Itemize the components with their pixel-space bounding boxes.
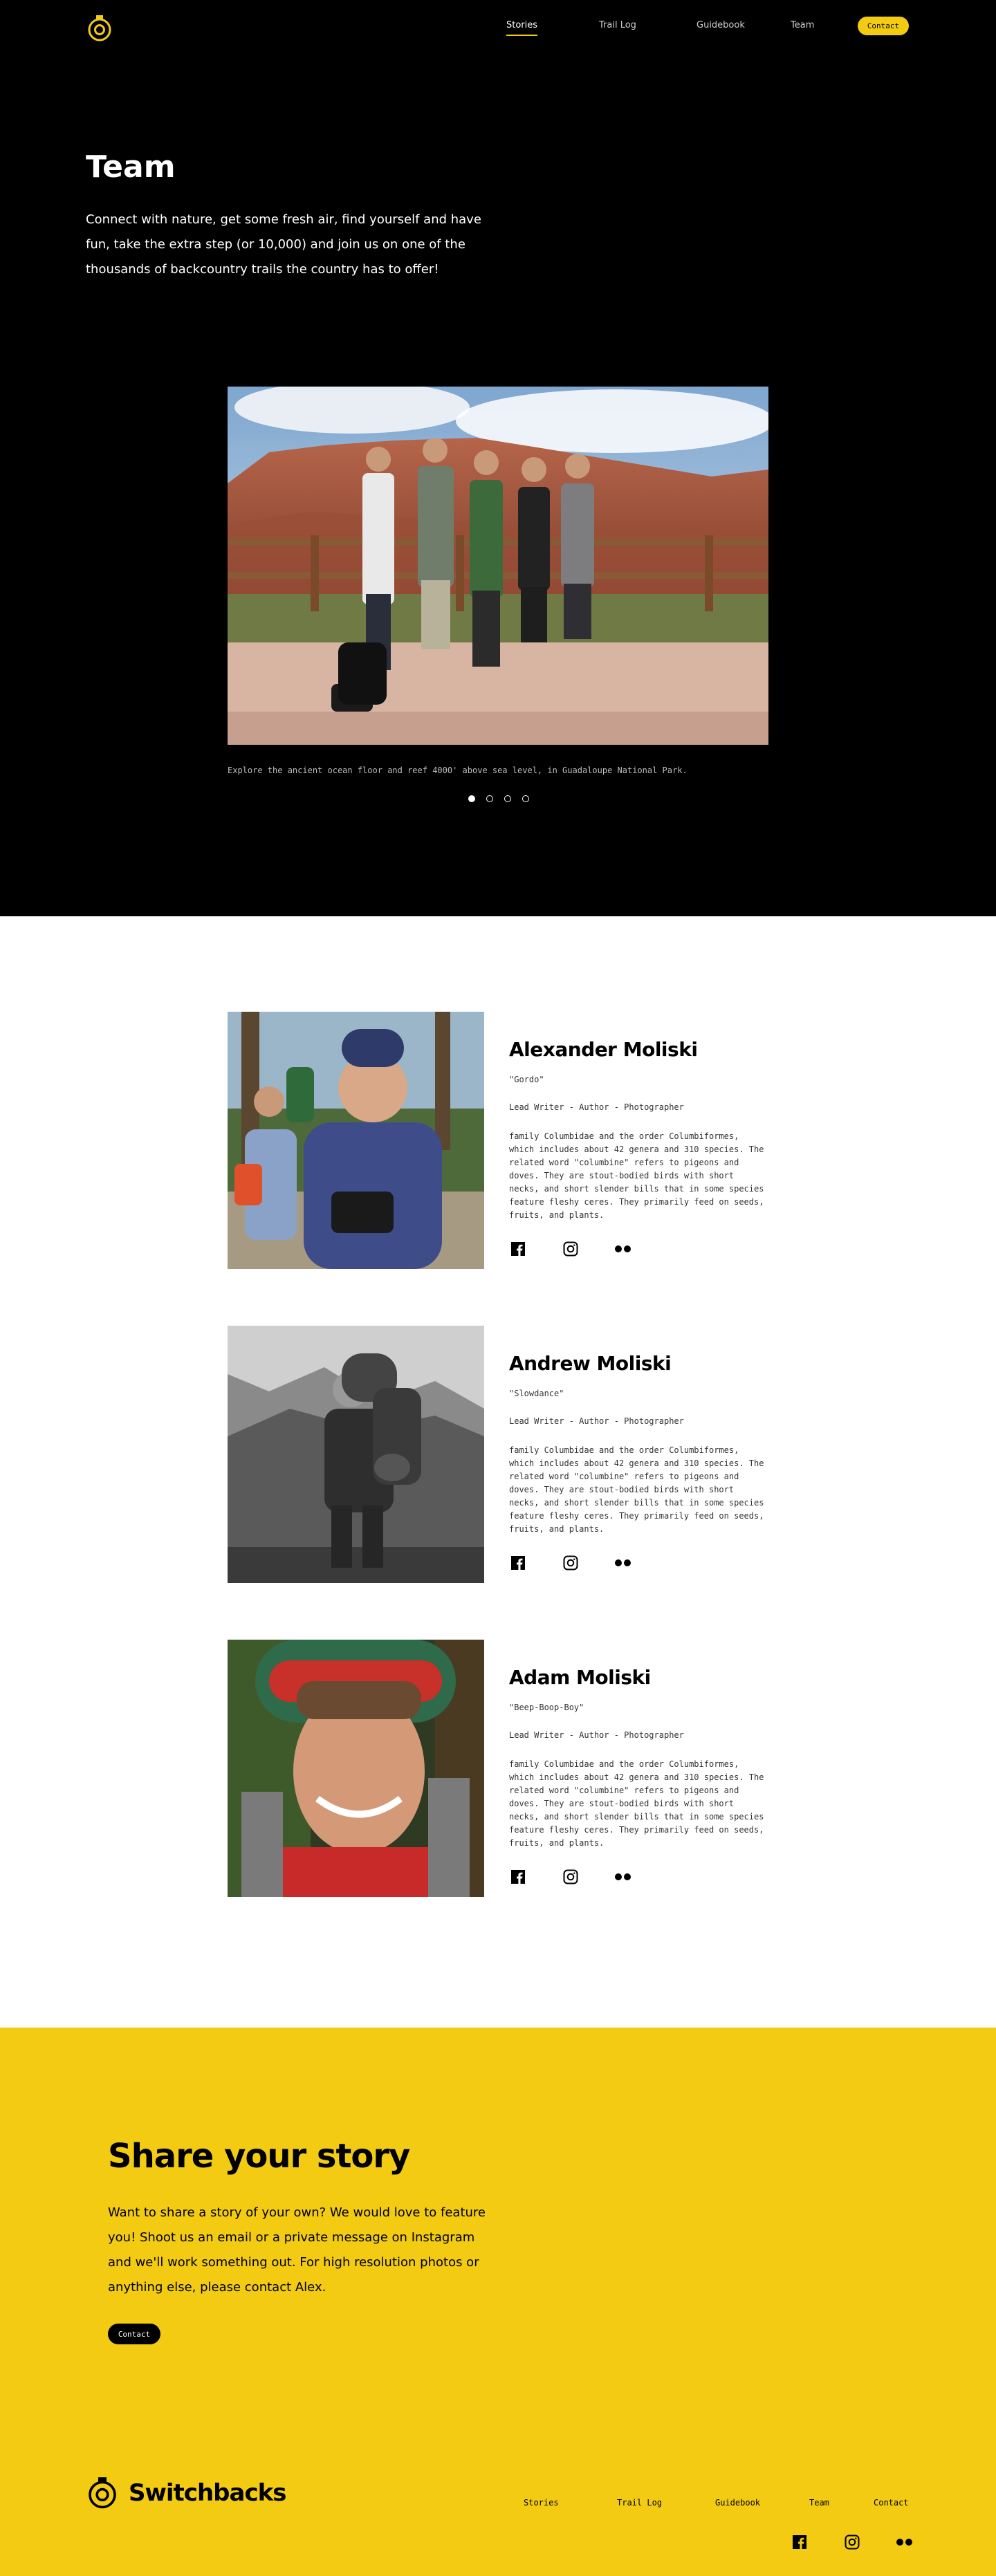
member-socials <box>509 1554 768 1572</box>
nav-item-team[interactable]: Team <box>791 20 814 30</box>
member-portrait <box>228 1326 484 1583</box>
carousel-caption: Explore the ancient ocean floor and reef… <box>228 766 688 775</box>
member-info: Adam Moliski "Beep-Boop-Boy" Lead Writer… <box>509 1666 768 1886</box>
instagram-icon[interactable] <box>562 1240 580 1258</box>
team-member-card: Andrew Moliski "Slowdance" Lead Writer -… <box>228 1326 768 1583</box>
member-info: Alexander Moliski "Gordo" Lead Writer - … <box>509 1038 768 1258</box>
member-info: Andrew Moliski "Slowdance" Lead Writer -… <box>509 1352 768 1572</box>
share-contact-button[interactable]: Contact <box>108 2324 160 2344</box>
flickr-icon[interactable] <box>614 1868 632 1886</box>
logo-mark-icon <box>89 2477 116 2509</box>
member-portrait <box>228 1640 484 1897</box>
group-photo <box>228 387 768 745</box>
member-nickname: "Gordo" <box>509 1075 544 1084</box>
flickr-icon[interactable] <box>614 1554 632 1572</box>
footer-nav-stories[interactable]: Stories <box>524 2498 559 2508</box>
facebook-icon[interactable] <box>509 1240 527 1258</box>
member-socials <box>509 1868 768 1886</box>
member-name: Alexander Moliski <box>509 1038 698 1061</box>
nav-item-trail-log[interactable]: Trail Log <box>599 20 636 30</box>
carousel-dot[interactable] <box>468 795 475 802</box>
team-member-card: Adam Moliski "Beep-Boop-Boy" Lead Writer… <box>228 1640 768 1897</box>
instagram-icon[interactable] <box>562 1554 580 1572</box>
flickr-icon[interactable] <box>896 2533 914 2551</box>
carousel-dot[interactable] <box>486 795 493 802</box>
member-role: Lead Writer - Author - Photographer <box>509 1102 684 1112</box>
footer-nav-contact[interactable]: Contact <box>874 2498 909 2508</box>
footer-brand-name: Switchbacks <box>129 2479 286 2507</box>
contact-button[interactable]: Contact <box>858 17 909 35</box>
main-nav: Stories Trail Log Guidebook Team Contact <box>0 17 996 38</box>
footer-socials <box>791 2533 914 2551</box>
facebook-icon[interactable] <box>791 2533 809 2551</box>
member-name: Adam Moliski <box>509 1666 651 1689</box>
carousel-dot[interactable] <box>522 795 529 802</box>
footer-brand[interactable]: Switchbacks <box>86 2474 286 2512</box>
share-section: Share your story Want to share a story o… <box>0 2028 996 2576</box>
footer-nav-team[interactable]: Team <box>809 2498 829 2508</box>
carousel-dot[interactable] <box>504 795 511 802</box>
member-bio: family Columbidae and the order Columbif… <box>509 1131 764 1220</box>
facebook-icon[interactable] <box>509 1868 527 1886</box>
nav-item-stories[interactable]: Stories <box>506 20 538 36</box>
member-bio: family Columbidae and the order Columbif… <box>509 1445 764 1534</box>
member-nickname: "Slowdance" <box>509 1389 564 1398</box>
team-member-card: Alexander Moliski "Gordo" Lead Writer - … <box>228 1012 768 1269</box>
member-role: Lead Writer - Author - Photographer <box>509 1730 684 1740</box>
member-socials <box>509 1240 768 1258</box>
footer-nav-guidebook[interactable]: Guidebook <box>715 2498 760 2508</box>
share-text: Want to share a story of your own? We wo… <box>108 2205 486 2295</box>
nav-item-guidebook[interactable]: Guidebook <box>697 20 745 30</box>
footer-nav-trail-log[interactable]: Trail Log <box>617 2498 662 2508</box>
carousel-photo[interactable] <box>228 387 768 745</box>
hero-intro: Connect with nature, get some fresh air,… <box>86 212 481 277</box>
carousel-dots <box>468 795 529 802</box>
team-section: Alexander Moliski "Gordo" Lead Writer - … <box>0 916 996 2028</box>
member-role: Lead Writer - Author - Photographer <box>509 1416 684 1426</box>
member-portrait <box>228 1012 484 1269</box>
instagram-icon[interactable] <box>562 1868 580 1886</box>
facebook-icon[interactable] <box>509 1554 527 1572</box>
share-title: Share your story <box>108 2137 410 2176</box>
instagram-icon[interactable] <box>843 2533 861 2551</box>
flickr-icon[interactable] <box>614 1240 632 1258</box>
hero-section: Stories Trail Log Guidebook Team Contact… <box>0 0 996 916</box>
page-title: Team <box>86 149 176 185</box>
member-name: Andrew Moliski <box>509 1352 672 1375</box>
member-bio: family Columbidae and the order Columbif… <box>509 1759 764 1848</box>
member-nickname: "Beep-Boop-Boy" <box>509 1703 584 1712</box>
